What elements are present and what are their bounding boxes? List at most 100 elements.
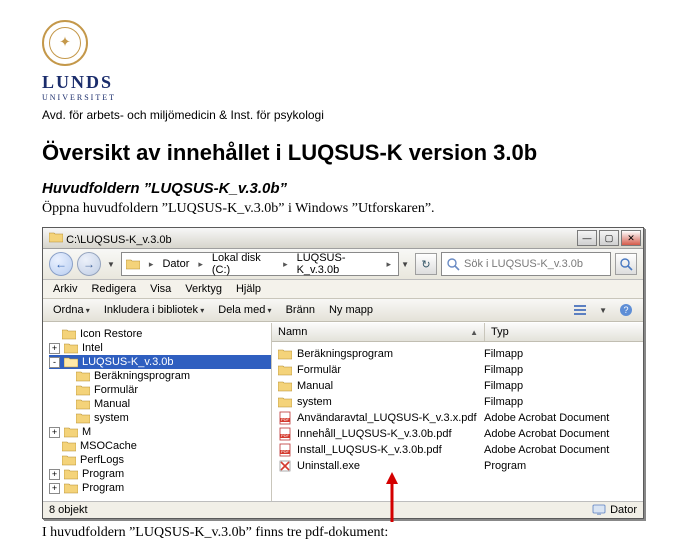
tree-expander-icon[interactable] xyxy=(63,400,72,409)
file-row[interactable]: Uninstall.exeProgram xyxy=(272,458,643,474)
address-dropdown-icon[interactable]: ▼ xyxy=(401,260,409,269)
intro-text: Öppna huvudfoldern ”LUQSUS-K_v.3.0b” i W… xyxy=(42,201,638,217)
svg-text:PDF: PDF xyxy=(281,449,290,454)
column-name[interactable]: Namn ▲ xyxy=(272,323,485,341)
tree-item[interactable]: Icon Restore xyxy=(49,327,271,341)
search-go-button[interactable] xyxy=(615,253,637,275)
folder-icon xyxy=(64,356,78,368)
tree-expander-icon[interactable] xyxy=(63,386,72,395)
folder-icon xyxy=(76,370,90,382)
tree-item-label: M xyxy=(82,426,91,438)
tree-item-label: Icon Restore xyxy=(80,328,142,340)
back-button[interactable]: ← xyxy=(49,252,73,276)
tree-expander-icon[interactable] xyxy=(63,414,72,423)
menu-view[interactable]: Visa xyxy=(150,283,171,295)
tree-item[interactable]: + Program xyxy=(49,481,271,495)
file-row[interactable]: BeräkningsprogramFilmapp xyxy=(272,346,643,362)
tree-item[interactable]: MSOCache xyxy=(49,439,271,453)
exe-icon xyxy=(278,459,292,473)
breadcrumb[interactable]: Lokal disk (C:) xyxy=(212,252,274,276)
menu-file[interactable]: Arkiv xyxy=(53,283,77,295)
forward-button[interactable]: → xyxy=(77,252,101,276)
tree-expander-icon[interactable]: + xyxy=(49,483,60,494)
new-folder-button[interactable]: Ny mapp xyxy=(329,304,373,316)
university-subname: UNIVERSITET xyxy=(42,93,638,102)
maximize-button[interactable]: ▢ xyxy=(599,230,619,246)
minimize-button[interactable]: — xyxy=(577,230,597,246)
address-bar[interactable]: ▸ Dator ▸ Lokal disk (C:) ▸ LUQSUS-K_v.3… xyxy=(121,252,399,276)
university-seal-icon xyxy=(42,20,88,66)
file-list-body: BeräkningsprogramFilmappFormulärFilmappM… xyxy=(272,342,643,478)
menu-tools[interactable]: Verktyg xyxy=(185,283,222,295)
tree-item[interactable]: Manual xyxy=(49,397,271,411)
file-row[interactable]: ManualFilmapp xyxy=(272,378,643,394)
view-options-icon[interactable] xyxy=(573,303,587,317)
tree-expander-icon[interactable]: - xyxy=(49,357,60,368)
breadcrumb[interactable]: LUQSUS-K_v.3.0b xyxy=(297,252,378,276)
pdf-icon: PDF xyxy=(278,443,292,457)
pdf-icon: PDF xyxy=(278,411,292,425)
burn-button[interactable]: Bränn xyxy=(286,304,315,316)
help-icon[interactable]: ? xyxy=(619,303,633,317)
tree-expander-icon[interactable] xyxy=(49,330,58,339)
tree-expander-icon[interactable]: + xyxy=(49,469,60,480)
tree-item[interactable]: Beräkningsprogram xyxy=(49,369,271,383)
tree-expander-icon[interactable]: + xyxy=(49,343,60,354)
file-row[interactable]: FormulärFilmapp xyxy=(272,362,643,378)
close-button[interactable]: ✕ xyxy=(621,230,641,246)
view-dropdown-icon[interactable]: ▼ xyxy=(599,306,607,315)
tree-item[interactable]: Formulär xyxy=(49,383,271,397)
search-icon xyxy=(619,257,633,271)
search-input[interactable]: Sök i LUQSUS-K_v.3.0b xyxy=(441,252,611,276)
menu-help[interactable]: Hjälp xyxy=(236,283,261,295)
file-type: Filmapp xyxy=(478,364,643,376)
tree-item[interactable]: PerfLogs xyxy=(49,453,271,467)
tree-item[interactable]: - LUQSUS-K_v.3.0b xyxy=(49,355,271,369)
status-left: 8 objekt xyxy=(49,504,88,516)
breadcrumb[interactable]: Dator xyxy=(162,258,189,270)
tree-item[interactable]: +M xyxy=(49,425,271,439)
column-type[interactable]: Typ xyxy=(485,323,643,341)
folder-icon xyxy=(49,231,63,243)
pdf-icon: PDF xyxy=(278,427,292,441)
tree-expander-icon[interactable] xyxy=(63,372,72,381)
sort-asc-icon: ▲ xyxy=(470,328,478,337)
tree-item[interactable]: +Program xyxy=(49,467,271,481)
tree-item-label: Manual xyxy=(94,398,130,410)
tree-item[interactable]: system xyxy=(49,411,271,425)
tree-item-label: Beräkningsprogram xyxy=(94,370,190,382)
organize-button[interactable]: Ordna xyxy=(53,304,90,316)
file-row[interactable]: systemFilmapp xyxy=(272,394,643,410)
file-row[interactable]: PDFInnehåll_LUQSUS-K_v.3.0b.pdfAdobe Acr… xyxy=(272,426,643,442)
tree-item-label: LUQSUS-K_v.3.0b xyxy=(82,356,174,368)
university-logo-block: LUNDS UNIVERSITET xyxy=(42,20,638,102)
tree-item-label: system xyxy=(94,412,129,424)
search-icon xyxy=(446,257,460,271)
share-button[interactable]: Dela med xyxy=(218,304,271,316)
folder-icon xyxy=(278,347,292,361)
file-row[interactable]: PDFInstall_LUQSUS-K_v.3.0b.pdfAdobe Acro… xyxy=(272,442,643,458)
folder-icon xyxy=(64,342,78,354)
section-title: Huvudfoldern ”LUQSUS-K_v.3.0b” xyxy=(42,180,638,197)
tree-expander-icon[interactable] xyxy=(49,442,58,451)
menu-edit[interactable]: Redigera xyxy=(91,283,136,295)
refresh-button[interactable]: ↻ xyxy=(415,253,437,275)
status-right: Dator xyxy=(610,504,637,516)
file-row[interactable]: PDF Användaravtal_LUQSUS-K_v.3.x.pdfAdobe… xyxy=(272,410,643,426)
tree-item[interactable]: +Intel xyxy=(49,341,271,355)
svg-text:PDF: PDF xyxy=(281,433,290,438)
include-button[interactable]: Inkludera i bibliotek xyxy=(104,304,204,316)
window-title: C:\LUQSUS-K_v.3.0b xyxy=(49,231,172,246)
file-type: Filmapp xyxy=(478,348,643,360)
history-dropdown-icon[interactable]: ▼ xyxy=(107,260,115,269)
search-placeholder: Sök i LUQSUS-K_v.3.0b xyxy=(464,258,583,270)
folder-icon xyxy=(62,440,76,452)
tree-expander-icon[interactable] xyxy=(49,456,58,465)
folder-icon xyxy=(278,363,292,377)
tree-item-label: Program xyxy=(82,482,124,494)
folder-icon xyxy=(76,412,90,424)
file-type: Adobe Acrobat Document xyxy=(478,412,643,424)
file-name: Användaravtal_LUQSUS-K_v.3.x.pdf xyxy=(297,412,477,424)
tree-item-label: MSOCache xyxy=(80,440,137,452)
tree-expander-icon[interactable]: + xyxy=(49,427,60,438)
